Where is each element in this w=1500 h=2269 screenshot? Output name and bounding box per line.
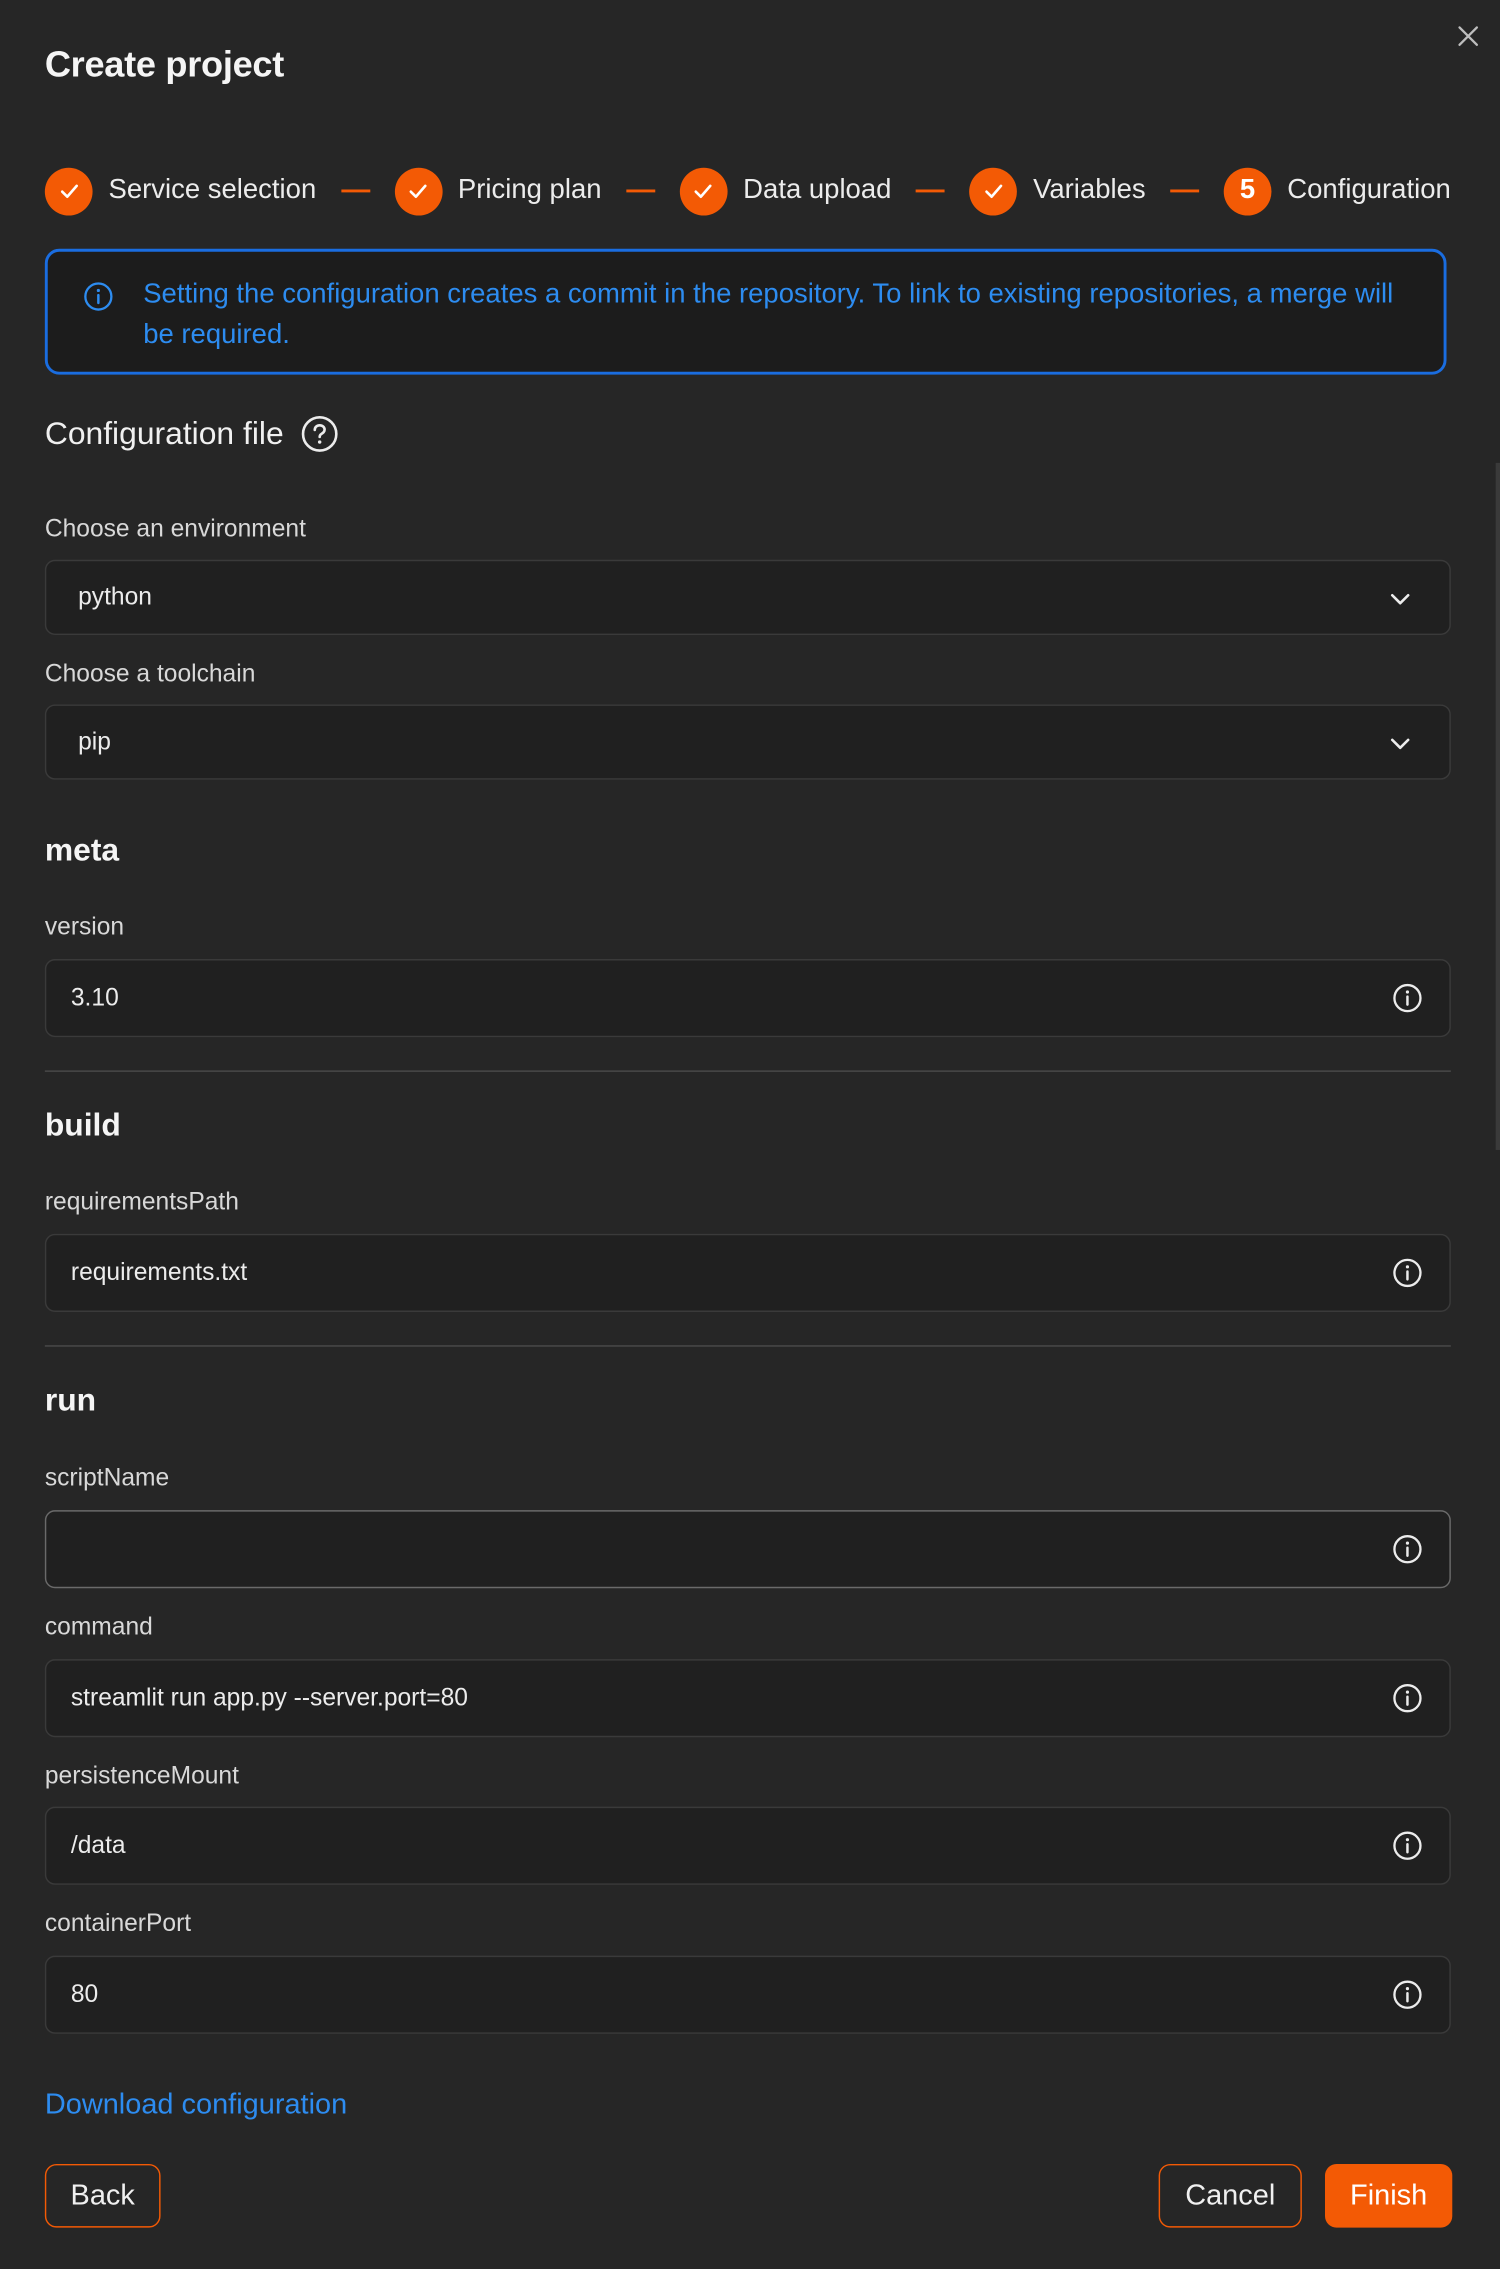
command-label: command xyxy=(44,1612,153,1641)
step-connector xyxy=(1170,189,1200,193)
close-button[interactable] xyxy=(1451,19,1486,54)
toolchain-value: pip xyxy=(78,727,111,756)
step-connector xyxy=(915,189,945,193)
persistence-field-wrapper xyxy=(44,1806,1451,1885)
info-icon[interactable] xyxy=(1392,1682,1424,1714)
info-icon[interactable] xyxy=(1392,1533,1424,1565)
requirements-path-label: requirementsPath xyxy=(44,1187,239,1216)
environment-label: Choose an environment xyxy=(44,514,306,543)
command-field-wrapper xyxy=(44,1659,1451,1738)
step-connector xyxy=(340,189,370,193)
step-label: Data upload xyxy=(743,175,892,206)
config-file-heading: Configuration file xyxy=(45,415,339,453)
requirements-field-wrapper xyxy=(44,1233,1451,1312)
info-icon[interactable] xyxy=(1392,982,1424,1014)
create-project-dialog: Create project Service selection Pricing… xyxy=(0,0,1500,2268)
dialog-title: Create project xyxy=(44,44,284,86)
chevron-down-icon xyxy=(1390,593,1410,605)
step-pricing-plan[interactable]: Pricing plan xyxy=(394,167,602,215)
check-icon xyxy=(44,167,93,215)
section-divider xyxy=(44,1070,1451,1072)
script-name-label: scriptName xyxy=(44,1463,170,1492)
step-label: Variables xyxy=(1033,175,1146,206)
container-port-input[interactable] xyxy=(46,1957,1349,2033)
toolchain-select[interactable]: pip xyxy=(44,704,1451,780)
persistence-mount-label: persistenceMount xyxy=(44,1761,239,1790)
version-input[interactable] xyxy=(46,960,1349,1036)
run-heading: run xyxy=(44,1381,97,1418)
section-divider xyxy=(44,1345,1451,1347)
step-service-selection[interactable]: Service selection xyxy=(44,167,317,215)
info-text: Setting the configuration creates a comm… xyxy=(143,279,1394,351)
stepper: Service selection Pricing plan Data uplo… xyxy=(44,166,1451,215)
meta-heading: meta xyxy=(44,831,120,868)
check-icon xyxy=(969,167,1018,215)
environment-select[interactable]: python xyxy=(44,559,1451,636)
info-icon xyxy=(84,282,113,311)
info-alert: Setting the configuration creates a comm… xyxy=(44,248,1447,375)
step-connector xyxy=(626,189,655,193)
script-name-field-wrapper xyxy=(44,1510,1451,1589)
version-field-wrapper xyxy=(44,959,1451,1038)
finish-button[interactable]: Finish xyxy=(1324,2163,1453,2228)
download-configuration-link[interactable]: Download configuration xyxy=(45,2089,347,2122)
info-icon[interactable] xyxy=(1392,1979,1424,2011)
back-button[interactable]: Back xyxy=(44,2163,161,2228)
build-heading: build xyxy=(44,1106,121,1143)
persistence-mount-input[interactable] xyxy=(46,1808,1349,1884)
check-icon xyxy=(394,167,442,215)
close-icon xyxy=(1458,26,1479,46)
environment-value: python xyxy=(78,582,152,611)
step-configuration[interactable]: 5 Configuration xyxy=(1223,167,1451,215)
cancel-button[interactable]: Cancel xyxy=(1158,2163,1302,2228)
check-icon xyxy=(679,167,728,215)
step-number: 5 xyxy=(1223,167,1272,215)
step-label: Service selection xyxy=(108,175,317,206)
info-icon[interactable] xyxy=(1392,1830,1424,1862)
step-label: Pricing plan xyxy=(457,175,602,206)
step-variables[interactable]: Variables xyxy=(969,167,1146,215)
scrollbar[interactable] xyxy=(1495,462,1500,1150)
config-file-title: Configuration file xyxy=(44,415,284,452)
script-name-input[interactable] xyxy=(46,1511,1349,1587)
info-icon[interactable] xyxy=(1392,1257,1424,1289)
step-data-upload[interactable]: Data upload xyxy=(679,167,892,215)
version-label: version xyxy=(44,912,125,941)
toolchain-label: Choose a toolchain xyxy=(44,659,256,688)
container-port-field-wrapper xyxy=(44,1955,1451,2034)
requirements-path-input[interactable] xyxy=(46,1235,1349,1311)
command-input[interactable] xyxy=(46,1660,1349,1736)
container-port-label: containerPort xyxy=(44,1909,192,1937)
help-icon[interactable] xyxy=(301,415,339,453)
step-label: Configuration xyxy=(1287,175,1451,206)
chevron-down-icon xyxy=(1390,738,1410,750)
